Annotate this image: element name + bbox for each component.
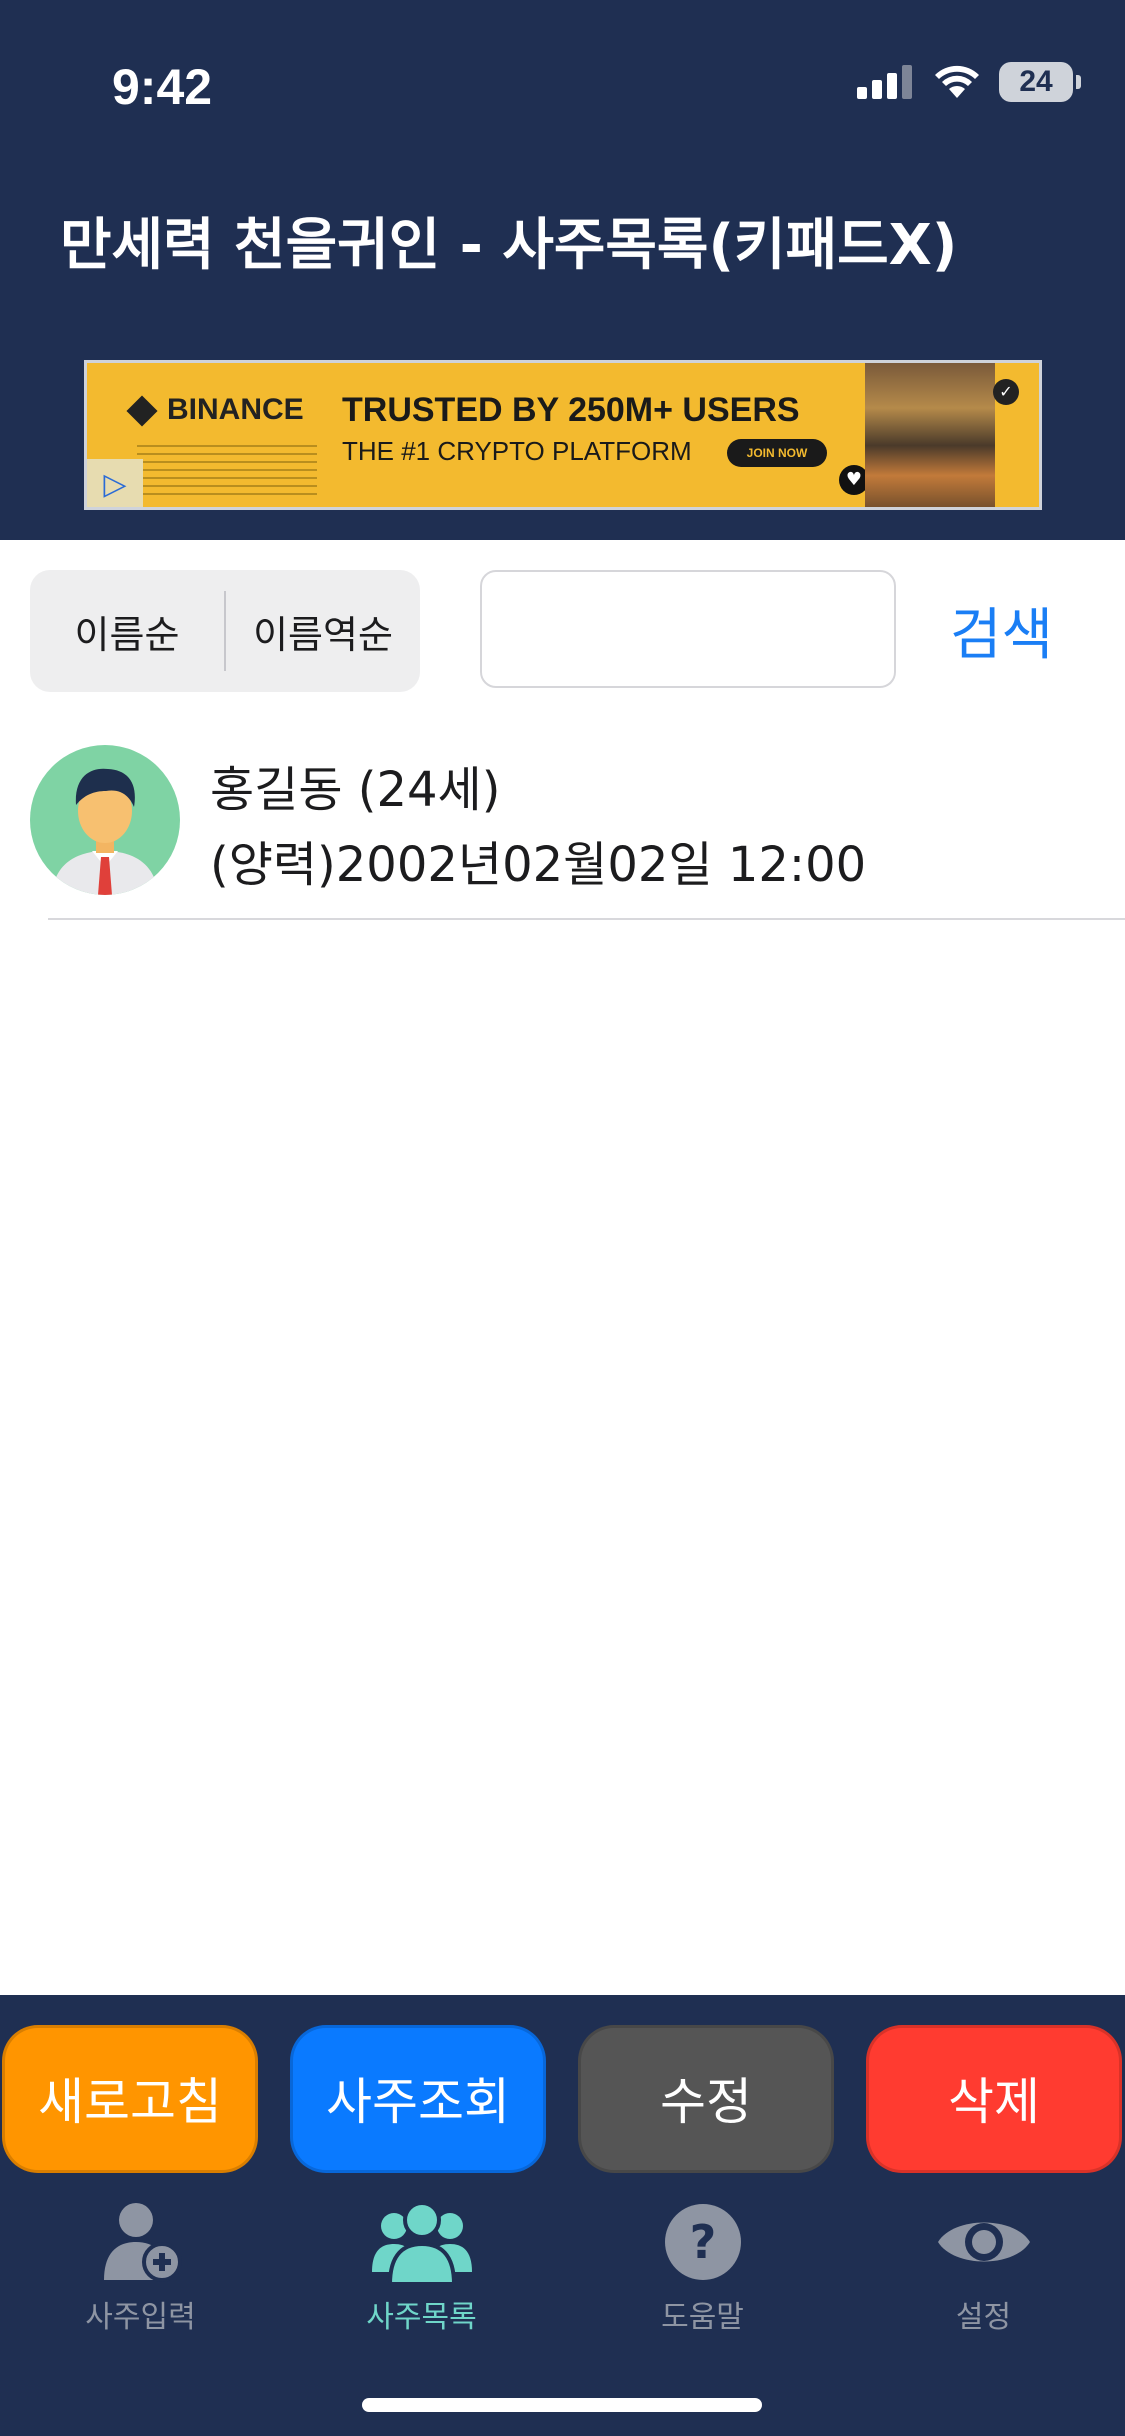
tab-bar: 사주입력 사주목록 ? 도움말 설정 bbox=[0, 2200, 1125, 2340]
tab-label: 설정 bbox=[955, 2300, 1012, 2335]
tab-settings[interactable]: 설정 bbox=[843, 2200, 1124, 2340]
search-button[interactable]: 검색 bbox=[950, 590, 1053, 671]
tab-help[interactable]: ? 도움말 bbox=[562, 2200, 843, 2340]
list-item[interactable]: 홍길동 (24세) (양력)2002년02월02일 12:00 bbox=[0, 730, 1125, 920]
help-circle-icon: ? bbox=[664, 2204, 741, 2280]
ad-fine-print bbox=[137, 445, 317, 495]
svg-text:?: ? bbox=[689, 2215, 716, 2269]
status-time: 9:42 bbox=[112, 59, 213, 115]
delete-button[interactable]: 삭제 bbox=[866, 2025, 1122, 2173]
search-input[interactable] bbox=[480, 570, 896, 688]
record-name: 홍길동 (24세) bbox=[210, 762, 501, 818]
sort-option-name-desc[interactable]: 이름역순 bbox=[226, 604, 420, 659]
person-avatar-icon bbox=[52, 768, 158, 895]
tab-label: 도움말 bbox=[661, 2300, 744, 2335]
page-title: 만세력 천을귀인 - 사주목록(키패드X) bbox=[60, 213, 958, 278]
binance-logo-icon bbox=[126, 395, 158, 427]
battery-indicator: 24 bbox=[999, 62, 1081, 102]
sort-option-name-asc[interactable]: 이름순 bbox=[30, 604, 224, 659]
ad-cta-button[interactable]: JOIN NOW bbox=[727, 439, 827, 467]
tab-saju-list[interactable]: 사주목록 bbox=[281, 2200, 562, 2340]
tab-label: 사주입력 bbox=[85, 2300, 196, 2335]
ad-choices-icon[interactable]: ▷ bbox=[87, 459, 143, 507]
ad-subline: THE #1 CRYPTO PLATFORM bbox=[342, 436, 692, 466]
ad-headline: TRUSTED BY 250M+ USERS bbox=[342, 391, 800, 429]
eye-icon bbox=[937, 2222, 1030, 2262]
action-bar: 새로고침 사주조회 수정 삭제 bbox=[0, 2025, 1125, 2173]
header: 9:42 24 만세력 천을귀인 - 사주목록(키패드X) BINANCE TR… bbox=[0, 0, 1125, 540]
people-group-icon bbox=[371, 2201, 472, 2284]
row-divider bbox=[48, 918, 1125, 920]
ad-banner[interactable]: BINANCE TRUSTED BY 250M+ USERS THE #1 CR… bbox=[84, 360, 1042, 510]
cellular-signal-icon bbox=[857, 65, 912, 99]
add-person-icon bbox=[103, 2203, 182, 2282]
refresh-button[interactable]: 새로고침 bbox=[2, 2025, 258, 2173]
tab-label: 사주목록 bbox=[366, 2300, 477, 2335]
home-indicator[interactable] bbox=[362, 2398, 762, 2412]
sort-segmented-control: 이름순 이름역순 bbox=[30, 570, 420, 692]
avatar bbox=[30, 745, 180, 895]
record-birth-date: (양력)2002년02월02일 12:00 bbox=[210, 837, 867, 893]
ad-close-icon[interactable]: ✓ bbox=[993, 379, 1019, 405]
wifi-icon bbox=[935, 65, 979, 98]
ad-brand: BINANCE bbox=[126, 393, 304, 427]
tab-saju-input[interactable]: 사주입력 bbox=[0, 2200, 281, 2340]
ad-image bbox=[865, 363, 995, 507]
status-icons: 24 bbox=[857, 62, 1081, 102]
lookup-button[interactable]: 사주조회 bbox=[290, 2025, 546, 2173]
edit-button[interactable]: 수정 bbox=[578, 2025, 834, 2173]
